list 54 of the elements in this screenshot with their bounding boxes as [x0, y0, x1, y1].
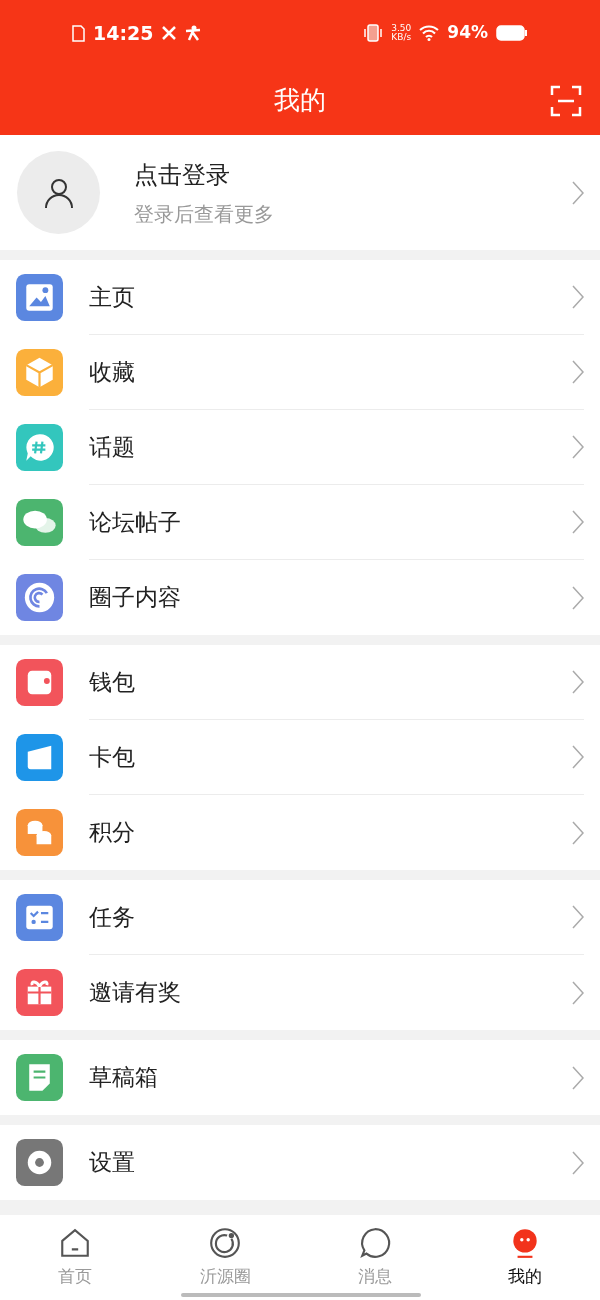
chevron-icon [572, 435, 584, 459]
chevron-icon [572, 820, 584, 845]
circle-icon [208, 1225, 242, 1260]
person-icon [185, 25, 202, 41]
menu-item[interactable]: 邀请有奖 [0, 955, 600, 1030]
chevron-icon [572, 980, 584, 1005]
page-title: 我的 [274, 84, 326, 117]
menu-item[interactable]: 设置 [0, 1125, 600, 1200]
menu-item[interactable]: 任务 [0, 880, 600, 955]
login-card[interactable]: 点击登录 登录后查看更多 [0, 135, 600, 250]
menu-label: 卡包 [89, 742, 136, 772]
chevron-icon [572, 905, 584, 929]
menu-label: 收藏 [89, 357, 136, 387]
menu-item[interactable]: 草稿箱 [0, 1040, 600, 1115]
menu-label: 邀请有奖 [89, 978, 182, 1008]
menu-item[interactable]: 卡包 [0, 720, 600, 795]
chevron-icon [572, 670, 584, 694]
menu-item[interactable]: 收藏 [0, 335, 600, 410]
chevron-icon [572, 585, 584, 610]
chevron-icon [572, 745, 584, 769]
menu-label: 话题 [89, 432, 136, 462]
menu-item[interactable]: 钱包 [0, 645, 600, 720]
battery-percent: 94% [447, 21, 488, 45]
vibrate-icon [363, 24, 384, 42]
chevron-icon [572, 510, 584, 534]
menu-label: 设置 [89, 1148, 136, 1178]
menu-item[interactable]: 话题 [0, 410, 600, 485]
menu-label: 圈子内容 [89, 583, 182, 613]
battery-icon [496, 25, 528, 41]
login-hint: 登录后查看更多 [134, 200, 275, 228]
menu-item[interactable]: 积分 [0, 795, 600, 870]
menu-item[interactable]: 圈子内容 [0, 560, 600, 635]
network-speed: 3.50 [391, 24, 412, 33]
chevron-icon [572, 285, 584, 309]
menu-label: 论坛帖子 [89, 507, 182, 537]
chevron-icon [572, 360, 584, 384]
menu-item[interactable]: 主页 [0, 260, 600, 335]
tab[interactable]: 我的 [450, 1215, 600, 1300]
login-prompt: 点击登录 [134, 159, 231, 191]
sim-card-icon [72, 24, 85, 42]
chevron-icon [572, 1150, 584, 1175]
clock: 14:25 [93, 20, 154, 46]
menu-label: 草稿箱 [89, 1063, 159, 1093]
menu-item[interactable]: 论坛帖子 [0, 485, 600, 560]
chevron-icon [572, 180, 584, 205]
message-icon [358, 1225, 392, 1260]
speed-unit: KB/s [391, 33, 412, 42]
wifi-icon [419, 25, 440, 41]
menu-label: 主页 [89, 282, 136, 312]
chevron-icon [572, 1065, 584, 1090]
menu-label: 任务 [89, 902, 136, 932]
scan-icon[interactable] [550, 84, 582, 117]
menu-label: 积分 [89, 818, 136, 848]
menu-label: 钱包 [89, 667, 136, 697]
